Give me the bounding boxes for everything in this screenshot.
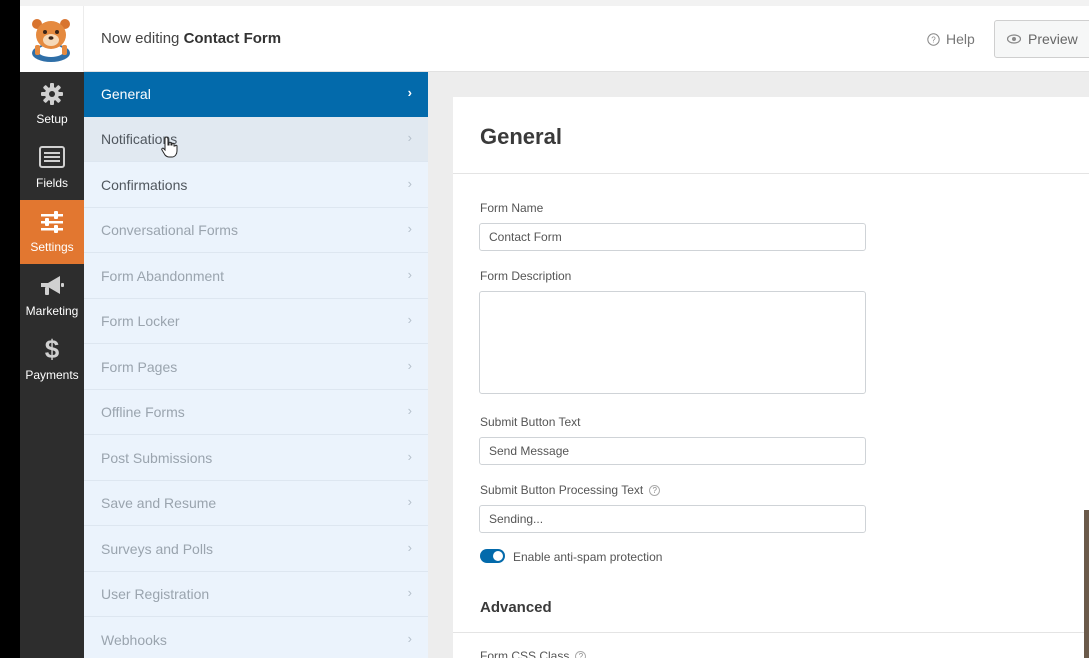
settings-sidebar: General › Notifications › Confirmations … xyxy=(84,72,428,658)
sidebar-item-label: Surveys and Polls xyxy=(101,541,214,557)
sliders-icon xyxy=(41,211,63,233)
chevron-right-icon: › xyxy=(407,130,412,145)
form-name-label: Form Name xyxy=(480,201,544,215)
builder-header: Now editing Contact Form ? Help Preview xyxy=(20,6,1089,72)
sidebar-item-notifications[interactable]: Notifications › xyxy=(84,117,428,162)
nav-setup[interactable]: Setup xyxy=(20,72,84,136)
svg-text:?: ? xyxy=(931,35,936,44)
question-icon[interactable]: ? xyxy=(575,651,587,658)
wpforms-logo[interactable] xyxy=(20,6,84,72)
edge-photo-fragment xyxy=(1084,510,1089,658)
panel-title: General xyxy=(480,124,562,149)
sidebar-item-conversational-forms[interactable]: Conversational Forms › xyxy=(84,208,428,253)
sidebar-item-label: Offline Forms xyxy=(101,404,185,420)
advanced-section-title: Advanced xyxy=(480,599,552,616)
form-description-label: Form Description xyxy=(480,269,572,283)
question-icon[interactable]: ? xyxy=(649,485,661,497)
left-edge xyxy=(0,0,20,658)
sidebar-item-form-abandonment[interactable]: Form Abandonment › xyxy=(84,254,428,299)
nav-setup-label: Setup xyxy=(36,112,68,126)
chevron-right-icon: › xyxy=(407,631,412,646)
processing-text-input[interactable]: Sending... xyxy=(479,505,866,533)
nav-payments-label: Payments xyxy=(25,368,79,382)
sidebar-item-label: Form Pages xyxy=(101,359,178,375)
sidebar-item-label: Conversational Forms xyxy=(101,222,238,238)
fields-list-icon xyxy=(39,146,65,168)
sidebar-item-label: Confirmations xyxy=(101,177,188,193)
sidebar-item-label: Post Submissions xyxy=(101,450,213,466)
form-name-input[interactable]: Contact Form xyxy=(479,223,866,251)
submit-button-text-label: Submit Button Text xyxy=(480,415,581,429)
sidebar-item-label: Save and Resume xyxy=(101,495,217,511)
chevron-right-icon: › xyxy=(407,494,412,509)
sidebar-item-form-pages[interactable]: Form Pages › xyxy=(84,345,428,390)
sidebar-item-label: Webhooks xyxy=(101,632,167,648)
nav-settings-label: Settings xyxy=(30,240,74,254)
sidebar-item-confirmations[interactable]: Confirmations › xyxy=(84,163,428,208)
sidebar-item-label: Form Abandonment xyxy=(101,268,224,284)
title-prefix: Now editing xyxy=(101,30,180,47)
chevron-right-icon: › xyxy=(407,358,412,373)
nav-fields[interactable]: Fields xyxy=(20,136,84,200)
help-button[interactable]: ? Help xyxy=(927,31,975,47)
sidebar-item-post-submissions[interactable]: Post Submissions › xyxy=(84,436,428,481)
chevron-right-icon: › xyxy=(407,312,412,327)
submit-button-text-value: Send Message xyxy=(489,444,570,458)
page-title: Now editing Contact Form xyxy=(101,30,281,47)
chevron-right-icon: › xyxy=(407,403,412,418)
dollar-icon: $ xyxy=(44,334,60,364)
processing-text-label: Submit Button Processing Text xyxy=(480,483,644,497)
divider xyxy=(453,632,1089,633)
submit-button-text-input[interactable]: Send Message xyxy=(479,437,866,465)
chevron-right-icon: › xyxy=(407,540,412,555)
sidebar-item-offline-forms[interactable]: Offline Forms › xyxy=(84,390,428,435)
nav-marketing[interactable]: Marketing xyxy=(20,264,84,328)
chevron-right-icon: › xyxy=(407,85,412,100)
bear-logo-icon xyxy=(32,19,70,62)
processing-text-label-row: Submit Button Processing Text? xyxy=(480,483,661,497)
sidebar-item-label: User Registration xyxy=(101,586,210,602)
megaphone-icon xyxy=(41,276,64,295)
chevron-right-icon: › xyxy=(407,267,412,282)
nav-marketing-label: Marketing xyxy=(25,304,79,318)
sidebar-item-form-locker[interactable]: Form Locker › xyxy=(84,299,428,344)
builder-left-nav: Setup Fields Settings Marketing $ Paymen… xyxy=(20,72,84,658)
chevron-right-icon: › xyxy=(407,221,412,236)
form-name-value: Contact Form xyxy=(489,230,562,244)
eye-icon xyxy=(1007,34,1021,44)
css-class-label: Form CSS Class xyxy=(480,649,570,658)
chevron-right-icon: › xyxy=(407,176,412,191)
antispam-label: Enable anti-spam protection xyxy=(513,550,663,564)
sidebar-item-label: Form Locker xyxy=(101,313,180,329)
form-description-textarea[interactable] xyxy=(479,291,866,394)
chevron-right-icon: › xyxy=(407,449,412,464)
nav-fields-label: Fields xyxy=(35,176,68,190)
help-label: Help xyxy=(946,31,975,47)
preview-button[interactable]: Preview xyxy=(994,20,1089,58)
sidebar-item-user-registration[interactable]: User Registration › xyxy=(84,572,428,617)
form-name-title: Contact Form xyxy=(183,30,282,47)
css-class-label-row: Form CSS Class? xyxy=(480,649,587,658)
chevron-right-icon: › xyxy=(407,585,412,600)
divider xyxy=(453,173,1089,174)
hand-cursor-icon xyxy=(161,136,178,158)
processing-text-value: Sending... xyxy=(489,512,544,526)
preview-label: Preview xyxy=(1028,31,1078,47)
toggle-knob xyxy=(493,551,503,561)
question-icon: ? xyxy=(927,32,940,46)
sidebar-item-webhooks[interactable]: Webhooks › xyxy=(84,618,428,658)
gear-icon xyxy=(41,83,63,105)
sidebar-item-surveys-and-polls[interactable]: Surveys and Polls › xyxy=(84,527,428,572)
settings-panel: General Form Name Contact Form Form Desc… xyxy=(453,97,1089,658)
sidebar-item-save-and-resume[interactable]: Save and Resume › xyxy=(84,481,428,526)
sidebar-item-general[interactable]: General › xyxy=(84,72,428,117)
antispam-toggle[interactable] xyxy=(480,549,505,563)
nav-payments[interactable]: $ Payments xyxy=(20,328,84,392)
nav-settings[interactable]: Settings xyxy=(20,200,84,264)
sidebar-item-label: General xyxy=(101,86,151,102)
